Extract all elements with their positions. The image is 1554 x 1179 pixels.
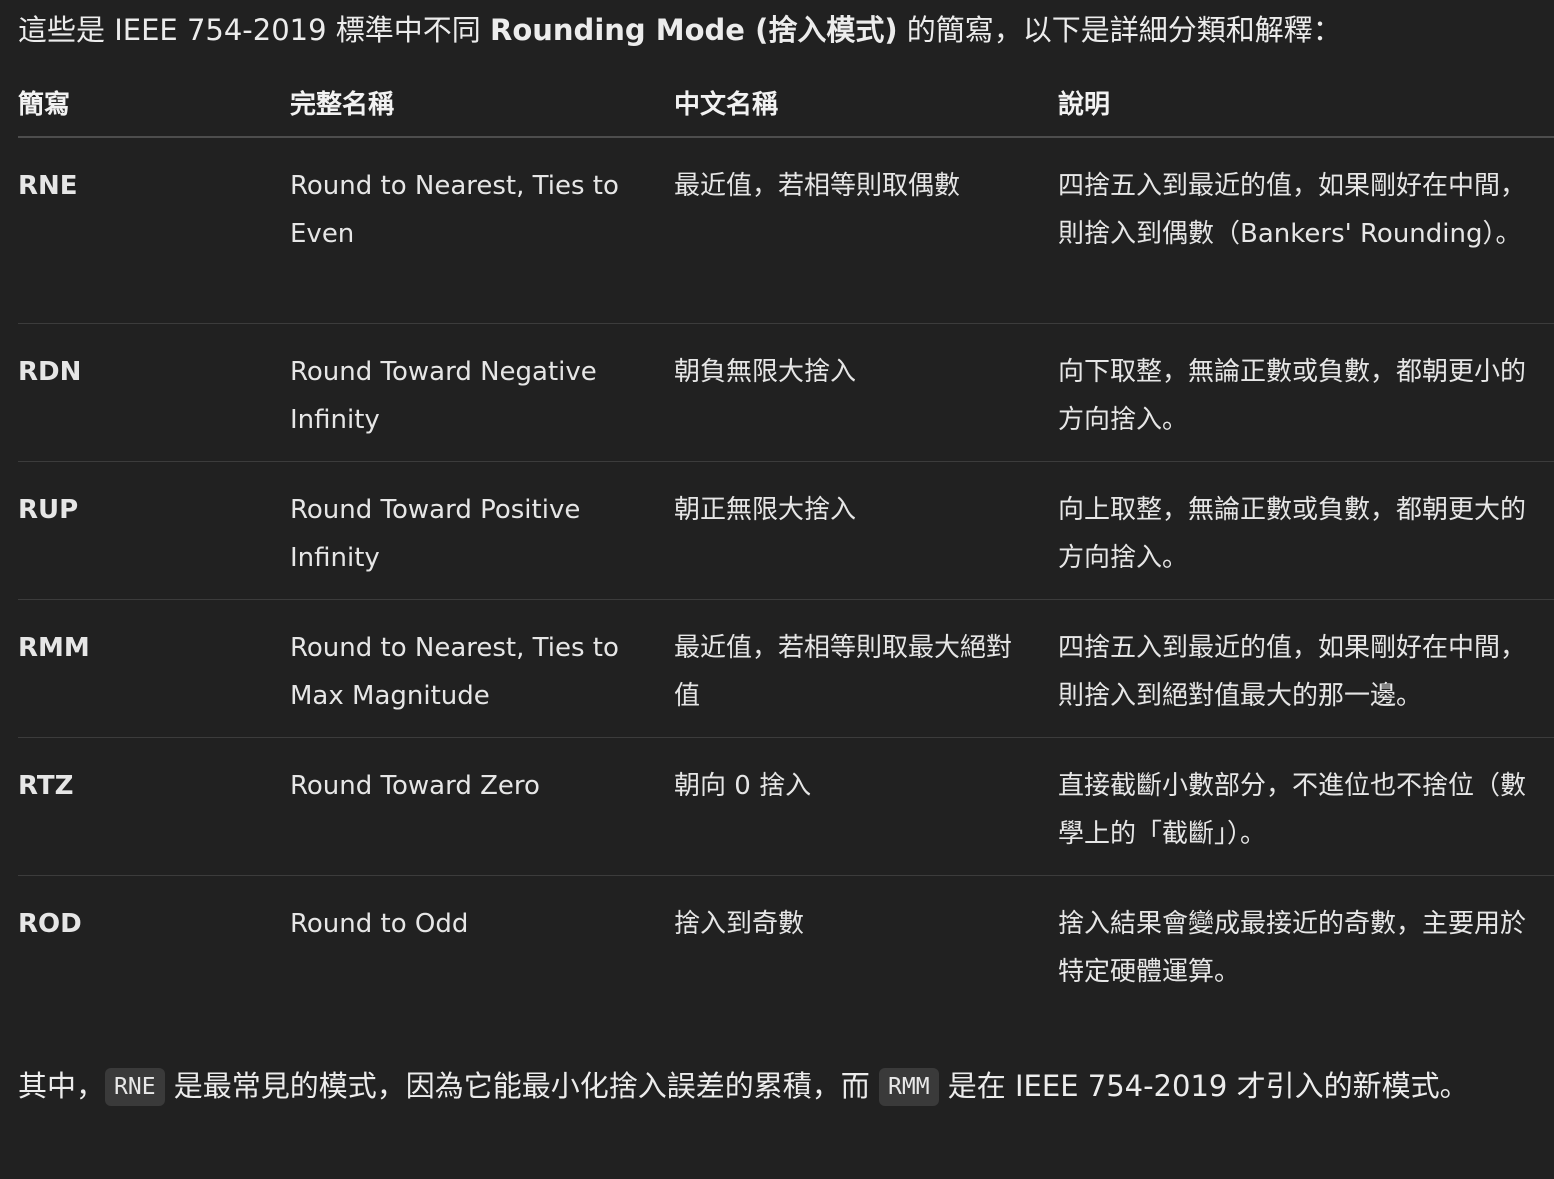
table-row: ROD Round to Odd 捨入到奇數 捨入結果會變成最接近的奇數，主要用… bbox=[18, 876, 1554, 1013]
cell-abbr: RNE bbox=[18, 171, 78, 201]
cell-description: 四捨五入到最近的值，如果剛好在中間，則捨入到偶數（Bankers' Roundi… bbox=[1058, 171, 1527, 249]
cell-chinese-name: 最近值，若相等則取最大絕對值 bbox=[674, 633, 1013, 711]
header-abbr: 簡寫 bbox=[18, 90, 71, 120]
table-row: RNE Round to Nearest, Ties to Even 最近值，若… bbox=[18, 138, 1554, 324]
cell-full-name: Round Toward Zero bbox=[290, 771, 540, 801]
cell-full-name: Round Toward Positive Infinity bbox=[290, 495, 581, 573]
outro-paragraph: 其中， RNE 是最常見的模式，因為它能最小化捨入誤差的累積，而 RMM 是在 I… bbox=[18, 1058, 1538, 1114]
outro-text-2: 是最常見的模式，因為它能最小化捨入誤差的累積，而 bbox=[164, 1069, 880, 1103]
table-header-row: 簡寫 完整名稱 中文名稱 說明 bbox=[18, 76, 1554, 138]
rounding-modes-table: 簡寫 完整名稱 中文名稱 說明 RNE Round to Nearest, Ti… bbox=[18, 76, 1554, 1013]
intro-text-after: 的簡寫，以下是詳細分類和解釋： bbox=[897, 13, 1342, 47]
cell-chinese-name: 朝負無限大捨入 bbox=[674, 357, 857, 387]
cell-description: 直接截斷小數部分，不進位也不捨位（數學上的「截斷」）。 bbox=[1058, 771, 1527, 849]
cell-full-name: Round to Odd bbox=[290, 909, 469, 939]
cell-description: 向下取整，無論正數或負數，都朝更小的方向捨入。 bbox=[1058, 357, 1527, 435]
cell-chinese-name: 最近值，若相等則取偶數 bbox=[674, 171, 961, 201]
cell-description: 四捨五入到最近的值，如果剛好在中間，則捨入到絕對值最大的那一邊。 bbox=[1058, 633, 1527, 711]
header-full-name: 完整名稱 bbox=[290, 90, 395, 120]
cell-chinese-name: 朝向 0 捨入 bbox=[674, 771, 812, 801]
header-description: 說明 bbox=[1058, 90, 1111, 120]
cell-abbr: RDN bbox=[18, 357, 82, 387]
table-row: RTZ Round Toward Zero 朝向 0 捨入 直接截斷小數部分，不… bbox=[18, 738, 1554, 876]
inline-code-rne: RNE bbox=[105, 1068, 165, 1106]
cell-full-name: Round Toward Negative Infinity bbox=[290, 357, 597, 435]
table-row: RDN Round Toward Negative Infinity 朝負無限大… bbox=[18, 324, 1554, 462]
cell-abbr: RUP bbox=[18, 495, 79, 525]
table-row: RUP Round Toward Positive Infinity 朝正無限大… bbox=[18, 462, 1554, 600]
cell-description: 捨入結果會變成最接近的奇數，主要用於特定硬體運算。 bbox=[1058, 909, 1527, 987]
cell-abbr: ROD bbox=[18, 909, 82, 939]
intro-text-bold: Rounding Mode (捨入模式) bbox=[490, 13, 898, 47]
cell-description: 向上取整，無論正數或負數，都朝更大的方向捨入。 bbox=[1058, 495, 1527, 573]
cell-abbr: RTZ bbox=[18, 771, 74, 801]
outro-text-1: 其中， bbox=[18, 1069, 106, 1103]
cell-full-name: Round to Nearest, Ties to Even bbox=[290, 171, 619, 249]
inline-code-rmm: RMM bbox=[879, 1068, 939, 1106]
cell-full-name: Round to Nearest, Ties to Max Magnitude bbox=[290, 633, 619, 711]
cell-abbr: RMM bbox=[18, 633, 90, 663]
outro-text-3: 是在 IEEE 754-2019 才引入的新模式。 bbox=[938, 1069, 1469, 1103]
intro-text-before: 這些是 IEEE 754-2019 標準中不同 bbox=[18, 13, 491, 47]
table-row: RMM Round to Nearest, Ties to Max Magnit… bbox=[18, 600, 1554, 738]
cell-chinese-name: 朝正無限大捨入 bbox=[674, 495, 857, 525]
intro-paragraph: 這些是 IEEE 754-2019 標準中不同 Rounding Mode (捨… bbox=[18, 8, 1538, 52]
header-chinese-name: 中文名稱 bbox=[674, 90, 779, 120]
cell-chinese-name: 捨入到奇數 bbox=[674, 909, 805, 939]
